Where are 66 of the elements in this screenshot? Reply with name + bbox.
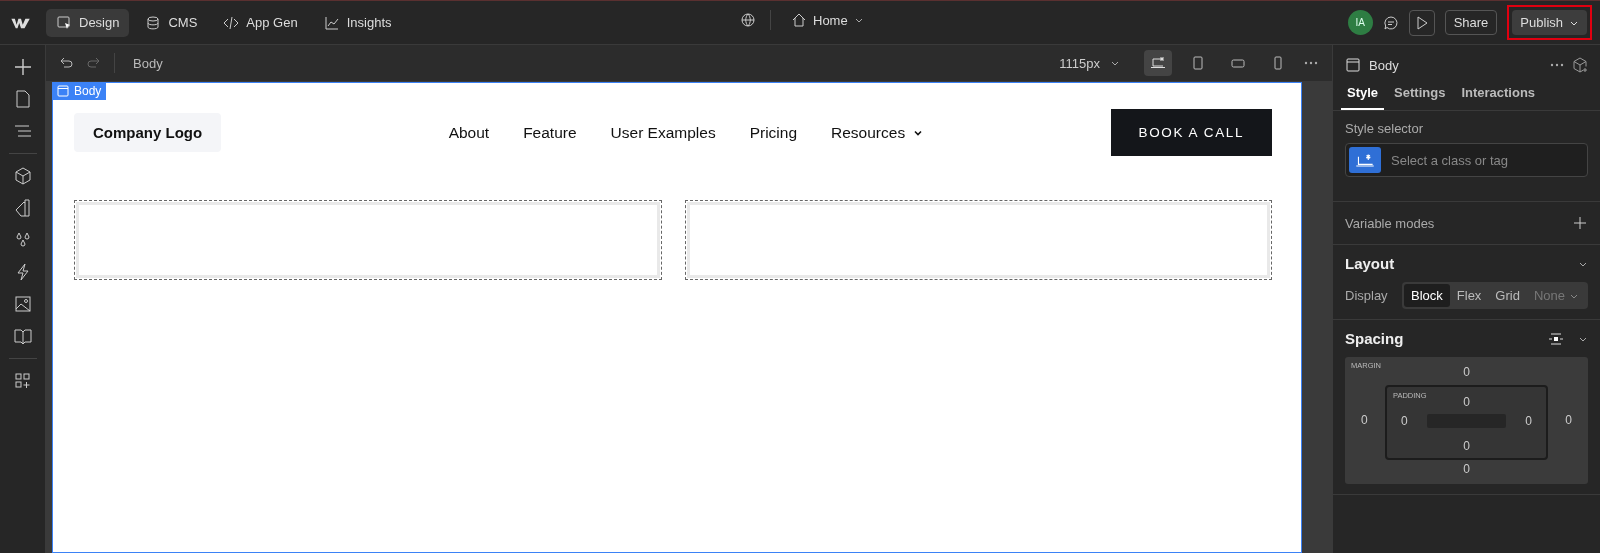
publish-button[interactable]: Publish [1512, 10, 1587, 35]
margin-value[interactable]: 0 [1463, 365, 1470, 379]
component-icon[interactable] [1572, 57, 1588, 73]
breadcrumb[interactable]: Body [133, 55, 163, 71]
mode-icon [145, 14, 162, 31]
mode-icon [56, 14, 72, 31]
section-title: Layout [1345, 255, 1395, 272]
display-option[interactable]: Flex [1449, 284, 1489, 307]
nav-link[interactable]: About [448, 123, 490, 142]
more-icon[interactable] [1304, 61, 1318, 65]
more-icon[interactable] [1550, 63, 1564, 67]
preview-button[interactable] [1408, 9, 1435, 36]
home-icon [791, 12, 807, 28]
padding-value[interactable]: 0 [1463, 439, 1470, 453]
width-selector[interactable]: 1115px [1053, 54, 1126, 72]
nav-link[interactable]: Feature [523, 123, 577, 142]
mode-tab[interactable]: Design [46, 8, 130, 37]
panel-tab[interactable]: Settings [1388, 79, 1452, 110]
section-title: Spacing [1345, 330, 1404, 347]
undo-icon[interactable] [58, 55, 74, 71]
body-icon [57, 85, 69, 97]
selector-icon [1349, 147, 1381, 173]
redo-icon[interactable] [86, 55, 102, 71]
add-icon[interactable] [12, 57, 33, 77]
padding-value[interactable]: 0 [1525, 414, 1532, 428]
display-option[interactable]: Grid [1488, 284, 1527, 307]
mode-icon [323, 14, 340, 31]
user-avatar[interactable]: IA [1347, 10, 1373, 35]
element-name: Body [1369, 57, 1399, 73]
tablet-icon [1190, 55, 1206, 71]
globe-icon[interactable] [740, 12, 756, 28]
desktop-icon [1150, 55, 1166, 71]
display-label: Display [1345, 288, 1388, 303]
margin-value[interactable]: 0 [1565, 413, 1572, 427]
margin-value[interactable]: 0 [1463, 462, 1470, 476]
panel-tab[interactable]: Interactions [1455, 79, 1542, 110]
image-icon[interactable] [12, 294, 33, 314]
apps-icon[interactable] [12, 371, 33, 391]
padding-value[interactable]: 0 [1401, 414, 1408, 428]
company-logo: Company Logo [74, 113, 222, 152]
nav-dropdown[interactable]: Resources [831, 123, 924, 142]
mode-tab[interactable]: App Gen [213, 8, 308, 37]
display-option[interactable]: Block [1404, 284, 1450, 307]
mode-tab[interactable]: CMS [135, 8, 208, 37]
spacing-icon[interactable] [1548, 330, 1564, 347]
style-selector-field[interactable]: Select a class or tag [1345, 143, 1588, 177]
share-button[interactable]: Share [1444, 10, 1498, 35]
comment-icon[interactable] [1382, 14, 1399, 31]
page-selector[interactable]: Home [785, 11, 870, 29]
body-icon [1345, 57, 1361, 73]
book-icon[interactable] [12, 326, 33, 346]
cta-button[interactable]: BOOK A CALL [1110, 109, 1272, 156]
margin-value[interactable]: 0 [1361, 413, 1368, 427]
padding-value[interactable]: 0 [1463, 395, 1470, 409]
section-label: Variable modes [1345, 215, 1435, 231]
mode-icon [223, 14, 240, 31]
element-tag: Body [52, 82, 107, 100]
add-icon[interactable] [1572, 215, 1588, 231]
mode-tab[interactable]: Insights [313, 8, 402, 37]
cube-icon[interactable] [12, 166, 33, 186]
section-label: Style selector [1345, 121, 1424, 136]
class-selector-field[interactable]: Select a class or tag [1389, 151, 1584, 169]
nav-link[interactable]: User Examples [610, 123, 716, 142]
panel-tab[interactable]: Style [1341, 79, 1385, 110]
desktop-button[interactable] [1144, 50, 1172, 76]
nav-link[interactable]: Pricing [749, 123, 798, 142]
